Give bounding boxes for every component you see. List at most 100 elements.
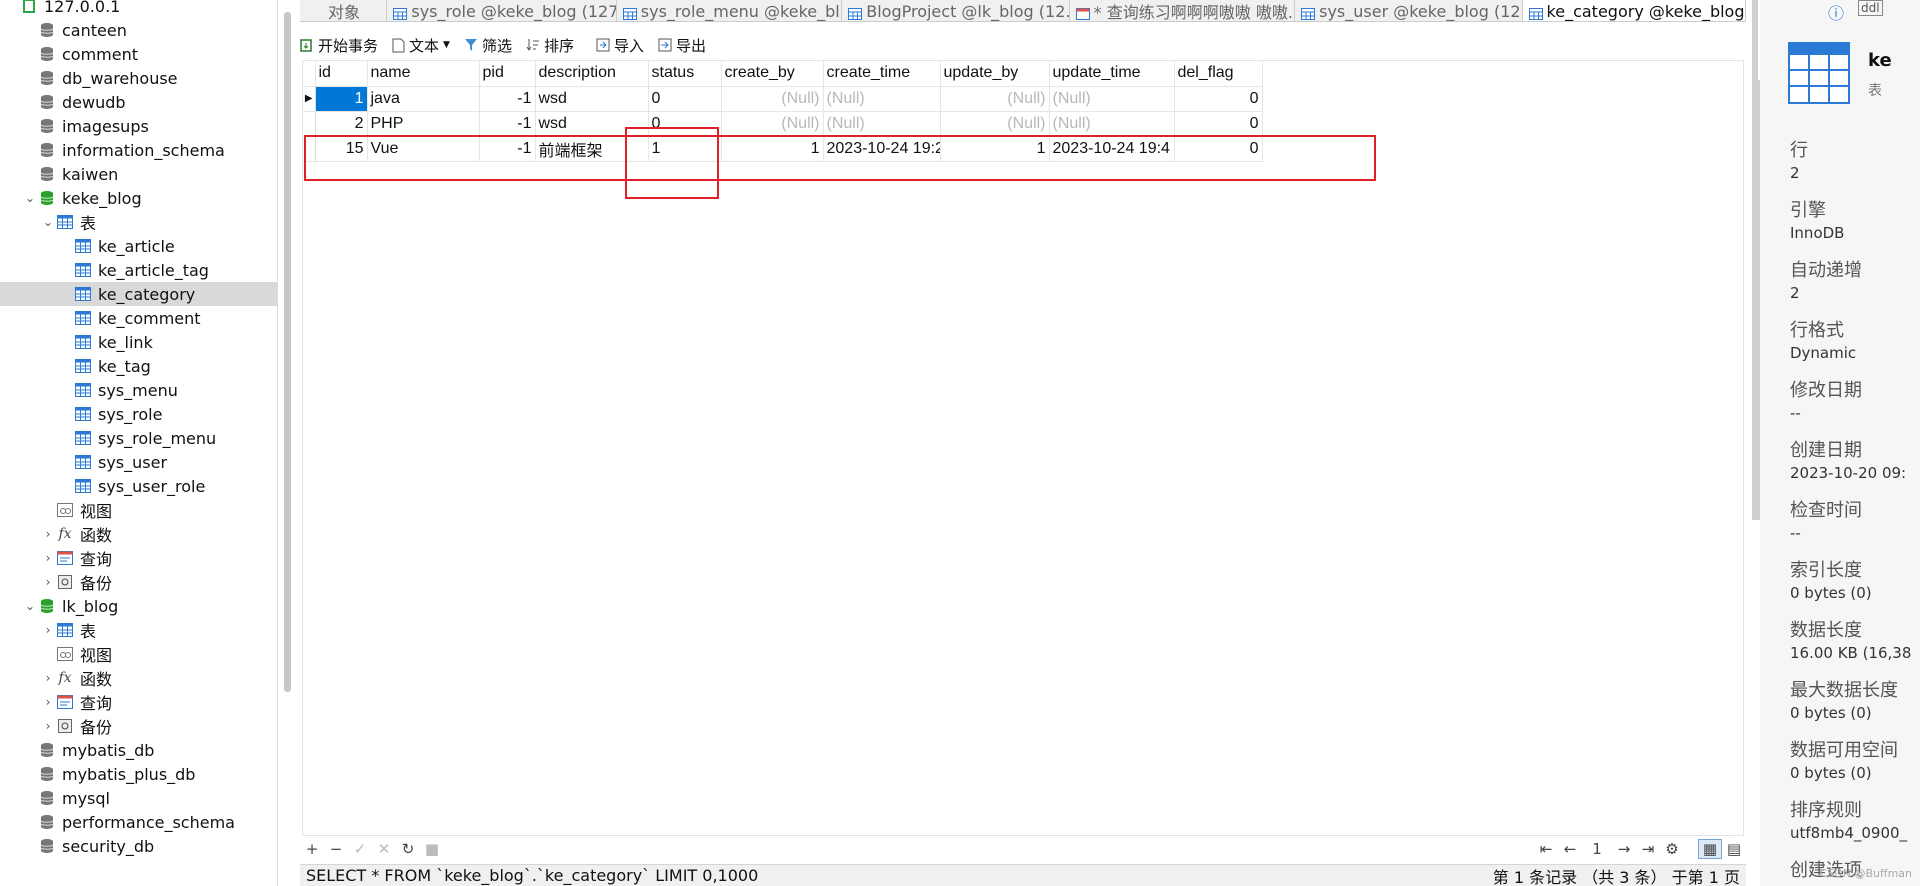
chevron-right-icon[interactable]: › [40, 527, 56, 541]
delete-record-button[interactable]: − [324, 840, 348, 858]
apply-changes-button[interactable]: ✓ [348, 840, 372, 858]
tree-item-dewudb[interactable]: dewudb [0, 90, 277, 114]
page-number[interactable]: 1 [1582, 840, 1612, 858]
chevron-right-icon[interactable]: › [40, 671, 56, 685]
cell-description[interactable]: wsd [535, 86, 649, 112]
tree-item-ke_category[interactable]: ke_category [0, 282, 277, 306]
tree-item-127001[interactable]: 127.0.0.1 [0, 0, 277, 18]
sort-button[interactable]: 排序 [526, 35, 574, 56]
cell-name[interactable]: java [367, 86, 480, 112]
chevron-right-icon[interactable]: › [40, 695, 56, 709]
cell-del_flag[interactable]: 0 [1174, 86, 1263, 112]
tree-item-imagesups[interactable]: imagesups [0, 114, 277, 138]
grid-view-icon[interactable]: ▦ [1698, 839, 1722, 859]
tab-5[interactable]: sys_user @keke_blog (12... [1295, 0, 1523, 21]
tab-2[interactable]: sys_role_menu @keke_bl... [617, 0, 843, 21]
cell-id[interactable]: 1 [315, 86, 368, 112]
cell-del_flag[interactable]: 0 [1174, 111, 1263, 137]
pager-settings-icon[interactable]: ⚙ [1660, 840, 1684, 858]
cell-create_by[interactable]: (Null) [721, 111, 824, 137]
tree-item-ke_comment[interactable]: ke_comment [0, 306, 277, 330]
form-view-icon[interactable]: ▤ [1722, 840, 1746, 858]
tree-item-information_schema[interactable]: information_schema [0, 138, 277, 162]
info-scrollbar[interactable] [1752, 0, 1758, 520]
chevron-right-icon[interactable]: › [40, 551, 56, 565]
tab-6[interactable]: ke_category @keke_blog ... [1522, 0, 1746, 21]
column-header-pid[interactable]: pid [479, 61, 536, 87]
table-row[interactable]: ▶ 1 java -1 wsd 0 (Null) (Null) (Null) (Null) 0 [303, 86, 1263, 112]
tree-item-[interactable]: › 表 [0, 618, 277, 642]
cell-create_time[interactable]: (Null) [823, 111, 941, 137]
column-header-update_by[interactable]: update_by [940, 61, 1050, 87]
tree-item-ke_link[interactable]: ke_link [0, 330, 277, 354]
tree-item-[interactable]: › fx 函数 [0, 522, 277, 546]
chevron-right-icon[interactable]: › [40, 623, 56, 637]
add-record-button[interactable]: + [300, 840, 324, 858]
chevron-down-icon[interactable]: ⌄ [40, 215, 56, 229]
first-page-button[interactable]: ⇤ [1534, 840, 1558, 858]
tree-item-sys_role[interactable]: sys_role [0, 402, 277, 426]
tree-item-db_warehouse[interactable]: db_warehouse [0, 66, 277, 90]
tree-item-security_db[interactable]: security_db [0, 834, 277, 858]
tree-item-comment[interactable]: comment [0, 42, 277, 66]
cell-id[interactable]: 2 [315, 111, 368, 137]
column-header-description[interactable]: description [535, 61, 649, 87]
chevron-down-icon[interactable]: ⌄ [22, 599, 38, 613]
chevron-right-icon[interactable]: › [40, 719, 56, 733]
tree-item-[interactable]: › 备份 [0, 570, 277, 594]
tree-item-sys_user[interactable]: sys_user [0, 450, 277, 474]
info-icon[interactable]: ⓘ [1828, 0, 1844, 24]
chevron-right-icon[interactable]: › [40, 575, 56, 589]
column-header-create_by[interactable]: create_by [721, 61, 824, 87]
tree-item-performance_schema[interactable]: performance_schema [0, 810, 277, 834]
tree-item-ke_tag[interactable]: ke_tag [0, 354, 277, 378]
stop-button[interactable]: ■ [420, 840, 444, 858]
tree-item-kaiwen[interactable]: kaiwen [0, 162, 277, 186]
cell-update_time[interactable]: (Null) [1049, 111, 1175, 137]
current-row-marker-icon[interactable]: ▶ [303, 86, 316, 112]
text-view-button[interactable]: 文本 ▼ [392, 35, 450, 56]
tree-item-mybatis_plus_db[interactable]: mybatis_plus_db [0, 762, 277, 786]
table-row[interactable]: 2 PHP -1 wsd 0 (Null) (Null) (Null) (Null) 0 [303, 111, 1263, 137]
cell-update_by[interactable]: (Null) [940, 111, 1050, 137]
column-header-update_time[interactable]: update_time [1049, 61, 1175, 87]
cell-update_time[interactable]: (Null) [1049, 86, 1175, 112]
tree-item-[interactable]: › 查询 [0, 546, 277, 570]
export-button[interactable]: 导出 [658, 35, 706, 56]
tree-item-sys_menu[interactable]: sys_menu [0, 378, 277, 402]
tree-item-[interactable]: ⌄ 表 [0, 210, 277, 234]
column-header-name[interactable]: name [367, 61, 480, 87]
prev-page-button[interactable]: ← [1558, 840, 1582, 858]
chevron-down-icon[interactable]: ⌄ [22, 191, 38, 205]
tab-3[interactable]: BlogProject @lk_blog (12... [842, 0, 1070, 21]
discard-changes-button[interactable]: ✕ [372, 840, 396, 858]
tree-item-sys_role_menu[interactable]: sys_role_menu [0, 426, 277, 450]
tree-item-mysql[interactable]: mysql [0, 786, 277, 810]
cell-status[interactable]: 0 [648, 86, 722, 112]
tree-scrollbar[interactable] [284, 12, 291, 692]
cell-name[interactable]: PHP [367, 111, 480, 137]
tree-item-lk_blog[interactable]: ⌄ lk_blog [0, 594, 277, 618]
tab-1[interactable]: sys_role @keke_blog (127... [387, 0, 617, 21]
next-page-button[interactable]: → [1612, 840, 1636, 858]
tree-item-canteen[interactable]: canteen [0, 18, 277, 42]
tab-4[interactable]: * 查询练习啊啊啊嗷嗷 嗷嗷... [1070, 0, 1296, 21]
tree-item-[interactable]: 视图 [0, 642, 277, 666]
tree-item-keke_blog[interactable]: ⌄ keke_blog [0, 186, 277, 210]
refresh-button[interactable]: ↻ [396, 840, 420, 858]
tree-item-[interactable]: › 查询 [0, 690, 277, 714]
column-header-id[interactable]: id [315, 61, 368, 87]
tree-item-[interactable]: › 备份 [0, 714, 277, 738]
tab-0[interactable]: 对象 [300, 0, 388, 21]
column-header-status[interactable]: status [648, 61, 722, 87]
tree-item-[interactable]: › fx 函数 [0, 666, 277, 690]
ddl-icon[interactable]: ddl [1858, 0, 1883, 16]
tree-item-ke_article_tag[interactable]: ke_article_tag [0, 258, 277, 282]
import-button[interactable]: 导入 [596, 35, 644, 56]
tree-item-mybatis_db[interactable]: mybatis_db [0, 738, 277, 762]
tree-item-[interactable]: 视图 [0, 498, 277, 522]
column-header-del_flag[interactable]: del_flag [1174, 61, 1263, 87]
tree-item-sys_user_role[interactable]: sys_user_role [0, 474, 277, 498]
cell-pid[interactable]: -1 [479, 111, 536, 137]
last-page-button[interactable]: ⇥ [1636, 840, 1660, 858]
